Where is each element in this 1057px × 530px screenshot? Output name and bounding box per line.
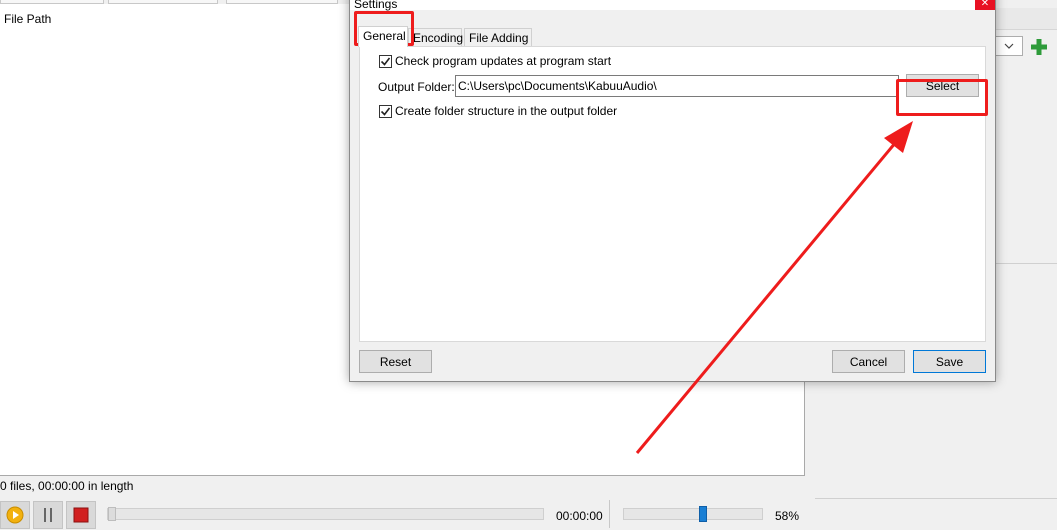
tab-general[interactable]: General: [358, 26, 408, 47]
annotation-arrow: [635, 121, 913, 454]
